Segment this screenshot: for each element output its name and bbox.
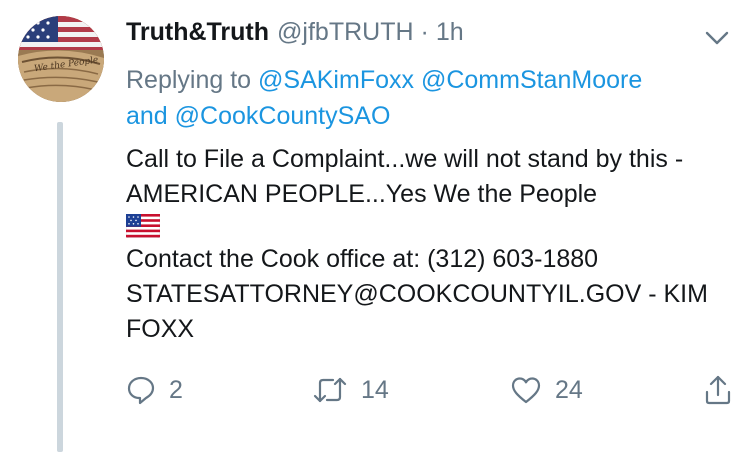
author-handle[interactable]: @jfbTRUTH: [277, 18, 414, 47]
tweet-actions: 2 14 24: [126, 370, 732, 410]
avatar[interactable]: We the People: [18, 16, 104, 102]
tweet-text-paragraph-1: Call to File a Complaint...we will not s…: [126, 145, 684, 208]
chevron-down-icon[interactable]: [704, 26, 730, 46]
replying-and-label[interactable]: and: [126, 102, 168, 130]
like-button[interactable]: 24: [510, 370, 583, 410]
tweet-text: Call to File a Complaint...we will not s…: [126, 142, 736, 347]
share-button[interactable]: [704, 370, 732, 410]
separator-dot: ·: [420, 18, 429, 46]
retweet-icon: [312, 375, 348, 405]
timestamp[interactable]: 1h: [436, 18, 464, 47]
reply-icon: [126, 375, 156, 405]
retweet-button[interactable]: 14: [312, 370, 389, 410]
mention-link-commstanmoore[interactable]: @CommStanMoore: [421, 66, 642, 94]
reply-button[interactable]: 2: [126, 370, 183, 410]
like-count: 24: [555, 375, 583, 404]
replying-to-label: Replying to: [126, 66, 252, 94]
replying-to: Replying to @SAKimFoxx @CommStanMoore an…: [126, 62, 726, 134]
mention-link-sakimfoxx[interactable]: @SAKimFoxx: [258, 66, 414, 94]
tweet-text-paragraph-2: Contact the Cook office at: (312) 603-18…: [126, 245, 708, 343]
mention-link-cookcountysao[interactable]: @CookCountySAO: [175, 102, 391, 130]
reply-count: 2: [169, 375, 183, 404]
heart-icon: [510, 375, 542, 405]
thread-connector-line: [57, 122, 63, 452]
share-icon: [704, 374, 732, 406]
us-flag-emoji: [126, 214, 160, 238]
author-name[interactable]: Truth&Truth: [126, 18, 269, 47]
tweet-header: Truth&Truth @jfbTRUTH · 1h: [126, 18, 730, 58]
avatar-image: We the People: [18, 16, 104, 102]
retweet-count: 14: [361, 375, 389, 404]
